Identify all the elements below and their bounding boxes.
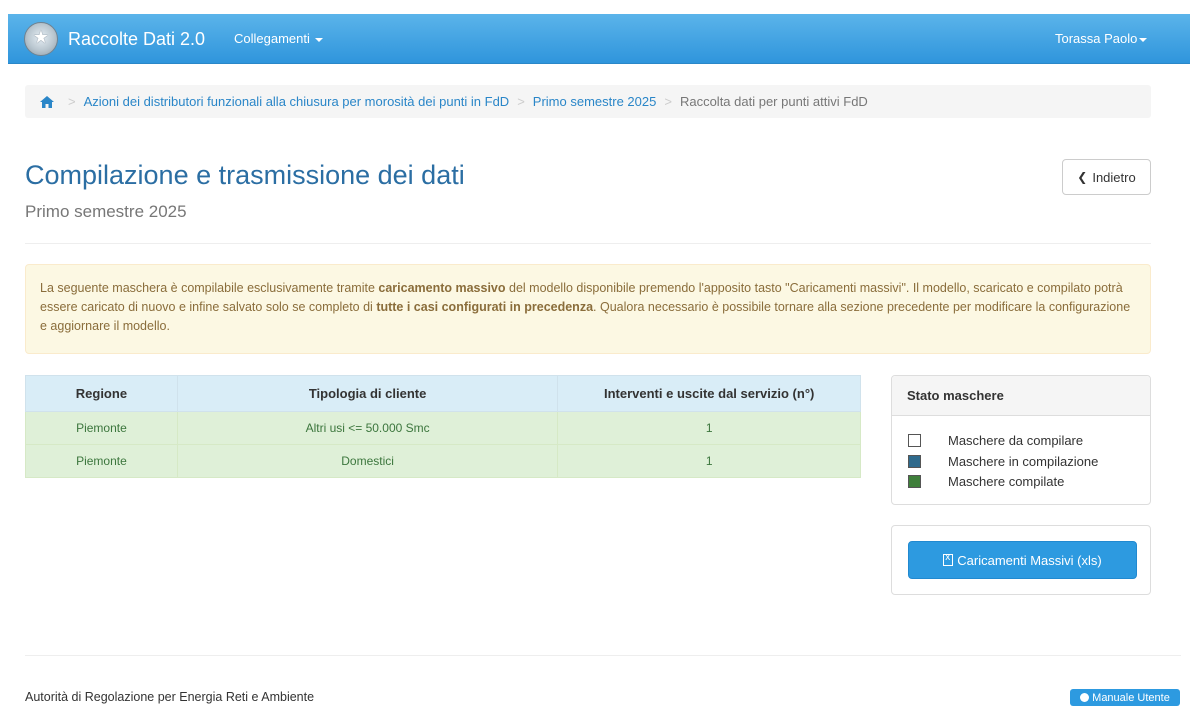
alert-text: La seguente maschera è compilabile esclu…: [40, 281, 379, 295]
caret-down-icon: [314, 37, 323, 42]
status-panel-title: Stato maschere: [892, 376, 1150, 416]
status-panel: Stato maschere Maschere da compilare Mas…: [891, 375, 1151, 505]
user-name: Torassa Paolo: [1055, 31, 1138, 46]
legend-swatch: [908, 434, 921, 447]
legend-item: Maschere compilate: [908, 474, 1064, 489]
bulk-upload-button[interactable]: Caricamenti Massivi (xls): [908, 541, 1137, 579]
alert-bold-text: caricamento massivo: [378, 281, 506, 295]
chevron-left-icon: ❮: [1077, 170, 1088, 184]
breadcrumb-item-azioni[interactable]: Azioni dei distributori funzionali alla …: [84, 94, 510, 109]
table-row[interactable]: Piemonte Domestici 1: [25, 444, 861, 478]
table-cell: 1: [557, 411, 861, 445]
legend-swatch: [908, 455, 921, 468]
alert-bold-text: tutte i casi configurati in precedenza: [376, 300, 594, 314]
legend-label: Maschere in compilazione: [948, 454, 1099, 469]
info-circle-icon: [1080, 693, 1090, 702]
top-navbar: Raccolte Dati 2.0 Collegamenti Torassa P…: [8, 14, 1190, 64]
table-cell: Altri usi <= 50.000 Smc: [176, 411, 559, 445]
header-divider: [25, 243, 1151, 244]
column-header: Interventi e uscite dal servizio (n°): [557, 375, 861, 412]
file-excel-icon: [943, 552, 954, 566]
breadcrumb-separator: >: [517, 94, 525, 109]
brand-title: Raccolte Dati 2.0: [68, 28, 206, 49]
table-row[interactable]: Piemonte Altri usi <= 50.000 Smc 1: [25, 411, 861, 445]
breadcrumb-item-active: Raccolta dati per punti attivi FdD: [679, 94, 868, 109]
breadcrumb-item-semestre[interactable]: Primo semestre 2025: [533, 94, 657, 109]
emblem-icon: [24, 22, 58, 56]
links-dropdown[interactable]: Collegamenti: [234, 31, 323, 46]
table-cell: Piemonte: [25, 411, 178, 445]
manual-button-label: Manuale Utente: [1092, 691, 1170, 704]
legend-item: Maschere da compilare: [908, 433, 1083, 448]
column-header: Tipologia di cliente: [176, 375, 559, 412]
breadcrumb-separator: >: [664, 94, 672, 109]
bulk-upload-panel: Caricamenti Massivi (xls): [891, 525, 1151, 595]
table-cell: Domestici: [176, 444, 559, 478]
legend-label: Maschere compilate: [948, 474, 1065, 489]
back-button-label: Indietro: [1092, 169, 1136, 185]
column-header: Regione: [25, 375, 178, 412]
legend-label: Maschere da compilare: [948, 433, 1084, 448]
footer-text: Autorità di Regolazione per Energia Reti…: [25, 690, 315, 704]
home-icon[interactable]: [40, 95, 54, 108]
back-button[interactable]: ❮ Indietro: [1062, 159, 1151, 195]
table-cell: Piemonte: [25, 444, 178, 478]
table-header-row: Regione Tipologia di cliente Interventi …: [25, 375, 861, 412]
legend-item: Maschere in compilazione: [908, 454, 1098, 469]
caret-down-icon: [1139, 37, 1148, 42]
page-subtitle: Primo semestre 2025: [25, 202, 187, 221]
bulk-upload-label: Caricamenti Massivi (xls): [957, 552, 1102, 568]
breadcrumb-separator: >: [68, 94, 76, 109]
info-alert: La seguente maschera è compilabile esclu…: [25, 264, 1151, 354]
user-menu[interactable]: Torassa Paolo: [1055, 31, 1148, 46]
page-title: Compilazione e trasmissione dei dati: [25, 160, 465, 190]
table-cell: 1: [557, 444, 861, 478]
brand-link[interactable]: Raccolte Dati 2.0: [24, 22, 205, 56]
data-table: Regione Tipologia di cliente Interventi …: [25, 375, 861, 478]
legend-swatch: [908, 475, 921, 488]
footer-divider: [25, 655, 1181, 656]
breadcrumb: > Azioni dei distributori funzionali all…: [25, 85, 1151, 118]
links-dropdown-label: Collegamenti: [234, 31, 310, 46]
manual-button[interactable]: Manuale Utente: [1070, 689, 1180, 706]
